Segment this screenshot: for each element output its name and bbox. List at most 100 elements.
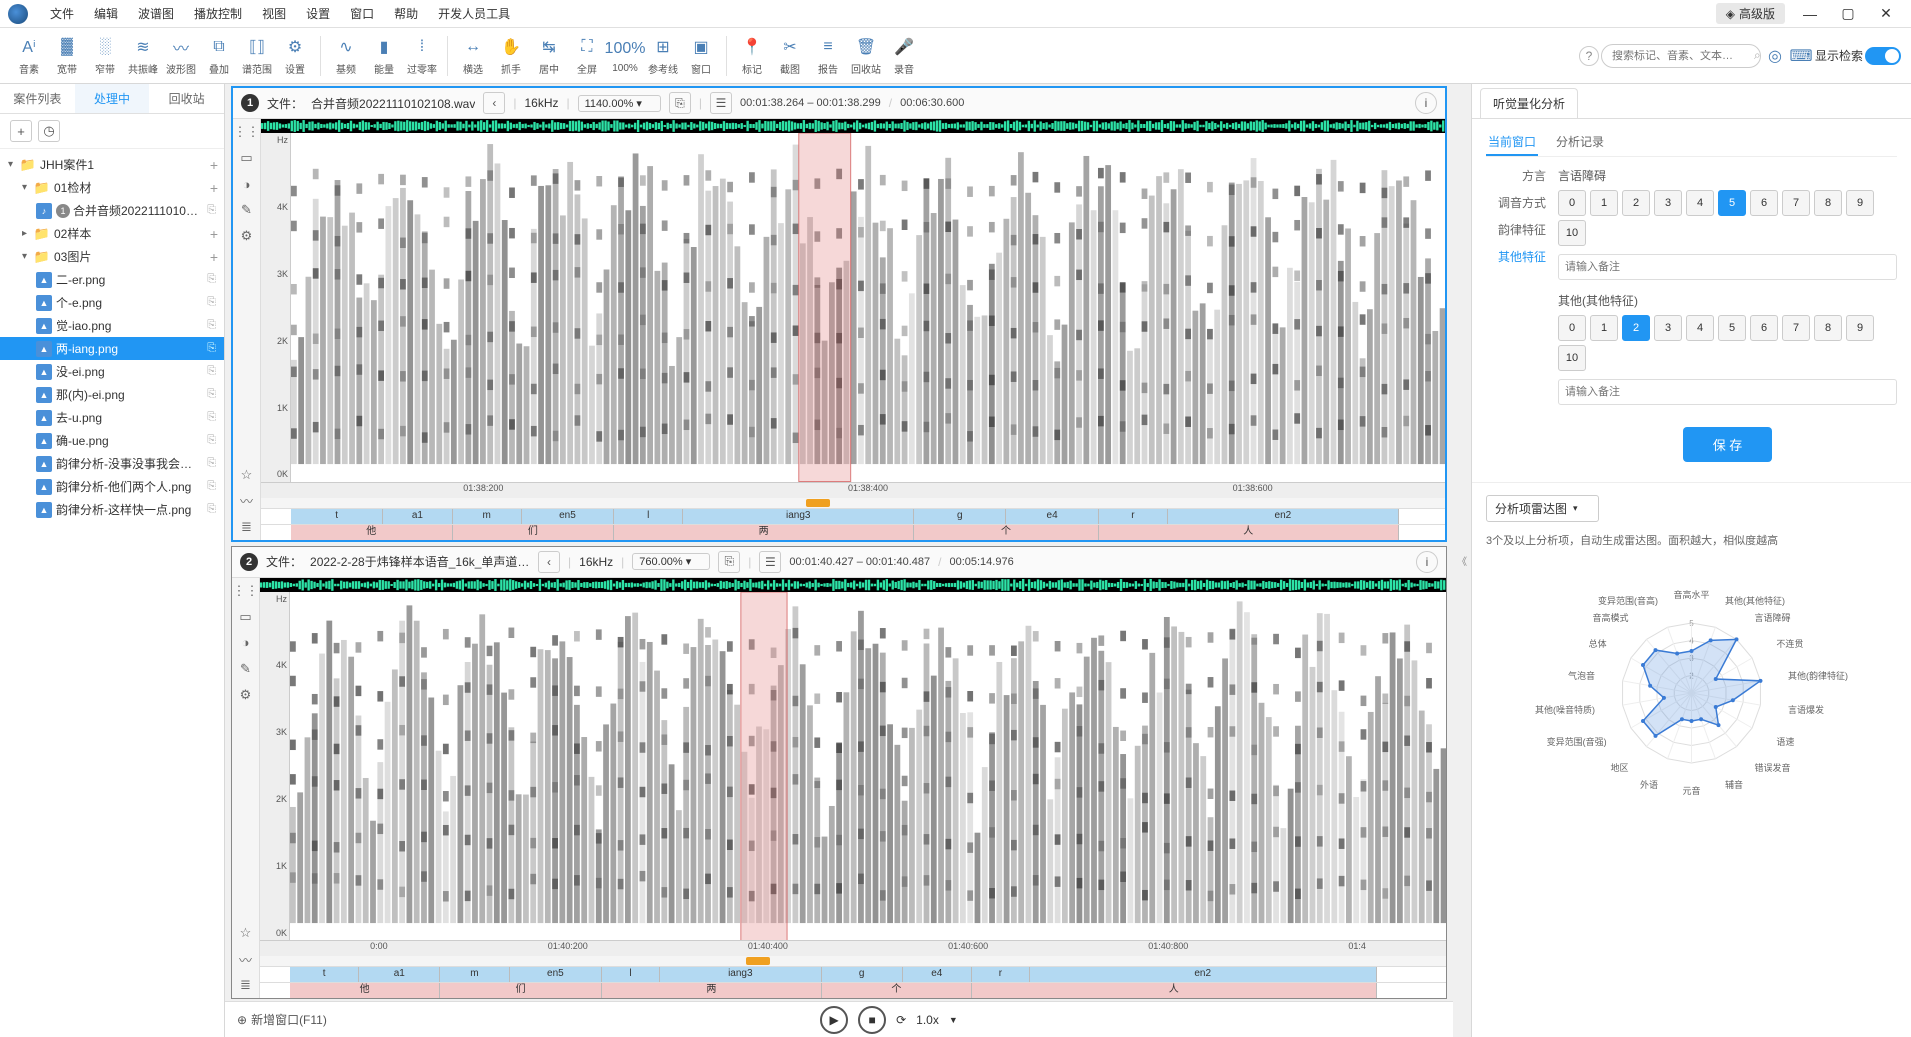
phoneme-cell[interactable]: l <box>602 967 660 982</box>
tb-叠加[interactable]: ⧉叠加 <box>200 32 238 80</box>
tool-star-icon[interactable]: ☆ <box>233 462 260 488</box>
tb-波形图[interactable]: 〰波形图 <box>162 32 200 80</box>
word-cell[interactable]: 们 <box>440 983 602 998</box>
rating-10[interactable]: 10 <box>1558 220 1586 246</box>
tree-item[interactable]: ▾📁03图片+ <box>0 245 224 268</box>
close-button[interactable]: ✕ <box>1869 2 1903 26</box>
note2-input[interactable] <box>1558 379 1897 405</box>
tool-clock-icon[interactable]: ◑ <box>232 630 259 656</box>
phoneme-cell[interactable]: t <box>290 967 359 982</box>
tb-横选[interactable]: ↔横选 <box>454 32 492 80</box>
tree-item[interactable]: ▲二-er.png⎘ <box>0 268 224 291</box>
tb-音素[interactable]: Aⁱ音素 <box>10 32 48 80</box>
rating-2[interactable]: 2 <box>1622 315 1650 341</box>
tree-item[interactable]: ▲韵律分析-没事没事我会…⎘ <box>0 452 224 475</box>
note1-input[interactable] <box>1558 254 1897 280</box>
tb-设置[interactable]: ⚙设置 <box>276 32 314 80</box>
tree-item[interactable]: ▾📁01检材+ <box>0 176 224 199</box>
search-toggle[interactable] <box>1865 47 1901 65</box>
rating-3[interactable]: 3 <box>1654 315 1682 341</box>
tool-edit-icon[interactable]: ✎ <box>232 656 259 682</box>
word-cell[interactable]: 他 <box>291 525 453 540</box>
sidenav-0[interactable]: 方言 <box>1486 167 1546 184</box>
rating-6[interactable]: 6 <box>1750 190 1778 216</box>
menu-视图[interactable]: 视图 <box>252 0 296 28</box>
phoneme-cell[interactable]: m <box>440 967 509 982</box>
phoneme-cell[interactable]: m <box>453 509 522 524</box>
tool-ruler-icon[interactable]: ▭ <box>232 604 259 630</box>
phoneme-cell[interactable]: l <box>614 509 683 524</box>
phoneme-cell[interactable]: r <box>972 967 1030 982</box>
target-icon[interactable]: ◎ <box>1763 44 1787 68</box>
prev-file-button[interactable]: ‹ <box>483 92 505 114</box>
phoneme-cell[interactable]: en5 <box>510 967 602 982</box>
tool-drag-icon[interactable]: ⋮⋮ <box>233 119 260 145</box>
tb-共振峰[interactable]: ≋共振峰 <box>124 32 162 80</box>
notes-button[interactable]: ☰ <box>759 551 781 573</box>
tb-录音[interactable]: 🎤录音 <box>885 32 923 80</box>
zoom-select[interactable]: 1140.00% ▾ <box>578 95 661 112</box>
word-cell[interactable]: 个 <box>822 983 972 998</box>
rating-0[interactable]: 0 <box>1558 190 1586 216</box>
word-cell[interactable]: 两 <box>602 983 822 998</box>
phoneme-cell[interactable]: iang3 <box>683 509 914 524</box>
rating-5[interactable]: 5 <box>1718 190 1746 216</box>
menu-编辑[interactable]: 编辑 <box>84 0 128 28</box>
marker-track[interactable] <box>261 498 1445 508</box>
tb-窄带[interactable]: ░窄带 <box>86 32 124 80</box>
rating-8[interactable]: 8 <box>1814 190 1842 216</box>
tb-谱范围[interactable]: ⟦⟧谱范围 <box>238 32 276 80</box>
tool-gear-icon[interactable]: ⚙ <box>232 682 259 708</box>
keyboard-icon[interactable]: ⌨ <box>1789 44 1813 68</box>
tree-item[interactable]: ▲觉-iao.png⎘ <box>0 314 224 337</box>
phoneme-cell[interactable]: iang3 <box>660 967 822 982</box>
rating-4[interactable]: 4 <box>1686 315 1714 341</box>
tool-star-icon[interactable]: ☆ <box>232 920 259 946</box>
tree-item[interactable]: ▲韵律分析-他们两个人.png⎘ <box>0 475 224 498</box>
info-button[interactable]: i <box>1415 92 1437 114</box>
phoneme-cell[interactable]: a1 <box>383 509 452 524</box>
menu-帮助[interactable]: 帮助 <box>384 0 428 28</box>
spectrogram[interactable]: Hz4K3K2K1K0K <box>260 592 1446 941</box>
tb-过零率[interactable]: ⁞过零率 <box>403 32 441 80</box>
tb-全屏[interactable]: ⛶全屏 <box>568 32 606 80</box>
tb-能量[interactable]: ▮能量 <box>365 32 403 80</box>
loop-icon[interactable]: ⟳ <box>896 1013 906 1027</box>
copy-button[interactable]: ⎘ <box>669 92 691 114</box>
tool-gear-icon[interactable]: ⚙ <box>233 223 260 249</box>
sidenav-2[interactable]: 韵律特征 <box>1486 221 1546 238</box>
tb-截图[interactable]: ✂截图 <box>771 32 809 80</box>
radar-select[interactable]: 分析项雷达图▾ <box>1486 495 1599 522</box>
tb-回收站[interactable]: 🗑回收站 <box>847 32 885 80</box>
menu-文件[interactable]: 文件 <box>40 0 84 28</box>
rating-6[interactable]: 6 <box>1750 315 1778 341</box>
tool-wave-icon[interactable]: 〰 <box>233 488 260 514</box>
phoneme-cell[interactable]: en2 <box>1030 967 1377 982</box>
phoneme-cell[interactable]: a1 <box>359 967 440 982</box>
minimize-button[interactable]: — <box>1793 2 1827 26</box>
info-button[interactable]: i <box>1416 551 1438 573</box>
speed-label[interactable]: 1.0x <box>916 1013 939 1027</box>
rating-9[interactable]: 9 <box>1846 315 1874 341</box>
tb-抓手[interactable]: ✋抓手 <box>492 32 530 80</box>
tree-item[interactable]: ▲去-u.png⎘ <box>0 406 224 429</box>
subtab-1[interactable]: 分析记录 <box>1554 129 1606 156</box>
tb-居中[interactable]: ↹居中 <box>530 32 568 80</box>
tb-参考线[interactable]: ⊞参考线 <box>644 32 682 80</box>
collapse-right-button[interactable]: 《 <box>1453 84 1471 1037</box>
tree-item[interactable]: ▲那(内)-ei.png⎘ <box>0 383 224 406</box>
menu-播放控制[interactable]: 播放控制 <box>184 0 252 28</box>
tool-edit-icon[interactable]: ✎ <box>233 197 260 223</box>
tb-窗口[interactable]: ▣窗口 <box>682 32 720 80</box>
rating-9[interactable]: 9 <box>1846 190 1874 216</box>
tb-标记[interactable]: 📍标记 <box>733 32 771 80</box>
spectrogram[interactable]: Hz4K3K2K1K0K <box>261 133 1445 482</box>
rating-7[interactable]: 7 <box>1782 315 1810 341</box>
menu-窗口[interactable]: 窗口 <box>340 0 384 28</box>
history-button[interactable]: ◷ <box>38 120 60 142</box>
phoneme-cell[interactable]: g <box>914 509 1006 524</box>
search-input[interactable] <box>1612 50 1754 62</box>
menu-设置[interactable]: 设置 <box>296 0 340 28</box>
phoneme-cell[interactable]: r <box>1099 509 1168 524</box>
sidebar-tab-2[interactable]: 回收站 <box>149 84 224 113</box>
